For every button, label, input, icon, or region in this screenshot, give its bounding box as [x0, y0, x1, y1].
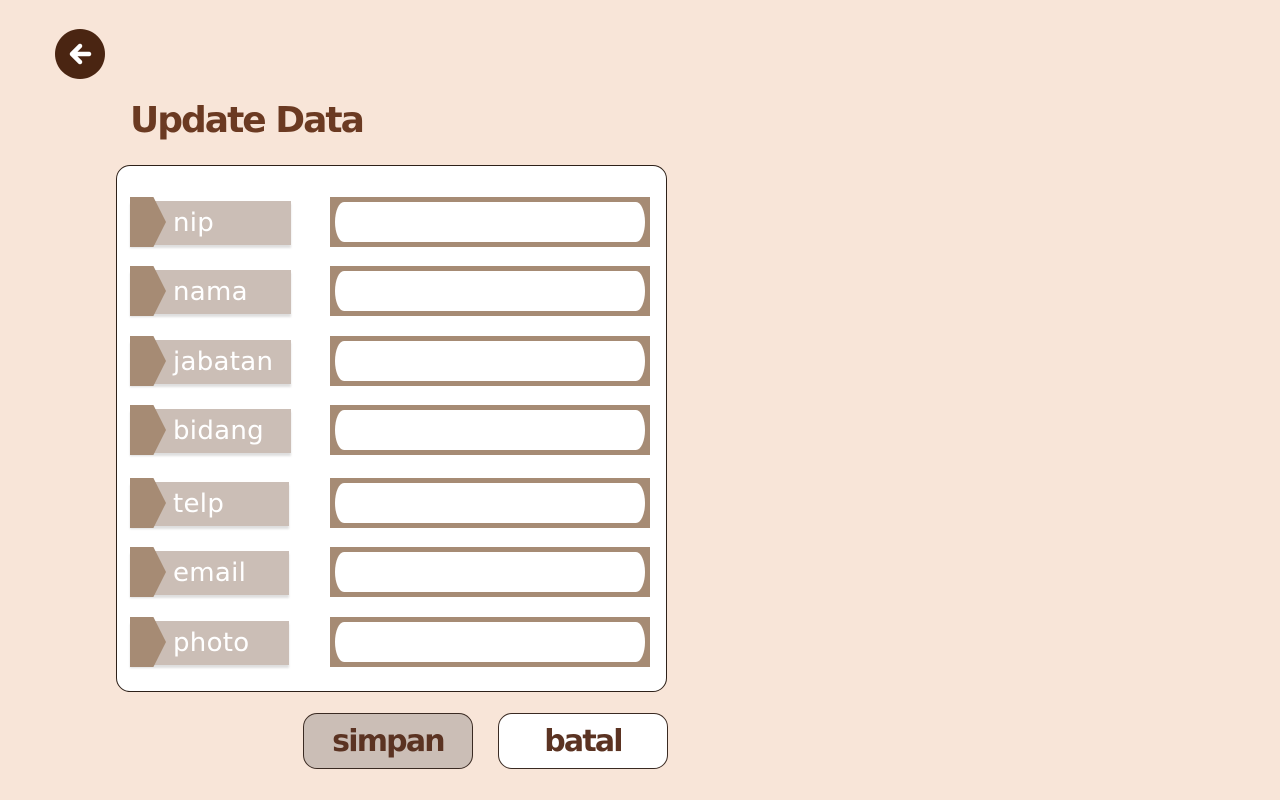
bidang-input[interactable]: [335, 410, 645, 450]
field-label-tag: bidang: [130, 405, 291, 455]
field-label-jabatan: jabatan: [173, 347, 274, 377]
update-form-card: nip nama jabatan bidang telp email photo: [116, 165, 667, 692]
email-input[interactable]: [335, 552, 645, 592]
label-notch-shape: [130, 478, 166, 528]
nama-field[interactable]: [330, 266, 650, 316]
field-label-bidang: bidang: [173, 416, 264, 446]
field-row-telp: telp: [117, 478, 666, 528]
email-field[interactable]: [330, 547, 650, 597]
nip-field[interactable]: [330, 197, 650, 247]
label-notch-shape: [130, 266, 166, 316]
label-notch-shape: [130, 547, 166, 597]
field-label-nama: nama: [173, 277, 248, 307]
field-label-nip: nip: [173, 208, 215, 238]
back-button[interactable]: [55, 29, 105, 79]
photo-field[interactable]: [330, 617, 650, 667]
field-label-photo: photo: [173, 628, 250, 658]
field-row-nama: nama: [117, 266, 666, 316]
label-notch-shape: [130, 336, 166, 386]
field-label-tag: nama: [130, 266, 291, 316]
field-row-photo: photo: [117, 617, 666, 667]
field-label-email: email: [173, 558, 247, 588]
telp-input[interactable]: [335, 483, 645, 523]
bidang-field[interactable]: [330, 405, 650, 455]
field-label-tag: jabatan: [130, 336, 291, 386]
nama-input[interactable]: [335, 271, 645, 311]
field-row-email: email: [117, 547, 666, 597]
telp-field[interactable]: [330, 478, 650, 528]
field-label-tag: photo: [130, 617, 289, 667]
label-notch-shape: [130, 405, 166, 455]
jabatan-input[interactable]: [335, 341, 645, 381]
save-button[interactable]: simpan: [303, 713, 473, 769]
arrow-left-icon: [69, 43, 92, 65]
field-row-bidang: bidang: [117, 405, 666, 455]
jabatan-field[interactable]: [330, 336, 650, 386]
cancel-button[interactable]: batal: [498, 713, 668, 769]
page-title: Update Data: [130, 100, 365, 141]
field-label-tag: nip: [130, 197, 291, 247]
field-label-tag: email: [130, 547, 289, 597]
field-label-tag: telp: [130, 478, 289, 528]
label-notch-shape: [130, 197, 166, 247]
field-row-jabatan: jabatan: [117, 336, 666, 386]
field-label-telp: telp: [173, 489, 225, 519]
photo-input[interactable]: [335, 622, 645, 662]
field-row-nip: nip: [117, 197, 666, 247]
nip-input[interactable]: [335, 202, 645, 242]
label-notch-shape: [130, 617, 166, 667]
